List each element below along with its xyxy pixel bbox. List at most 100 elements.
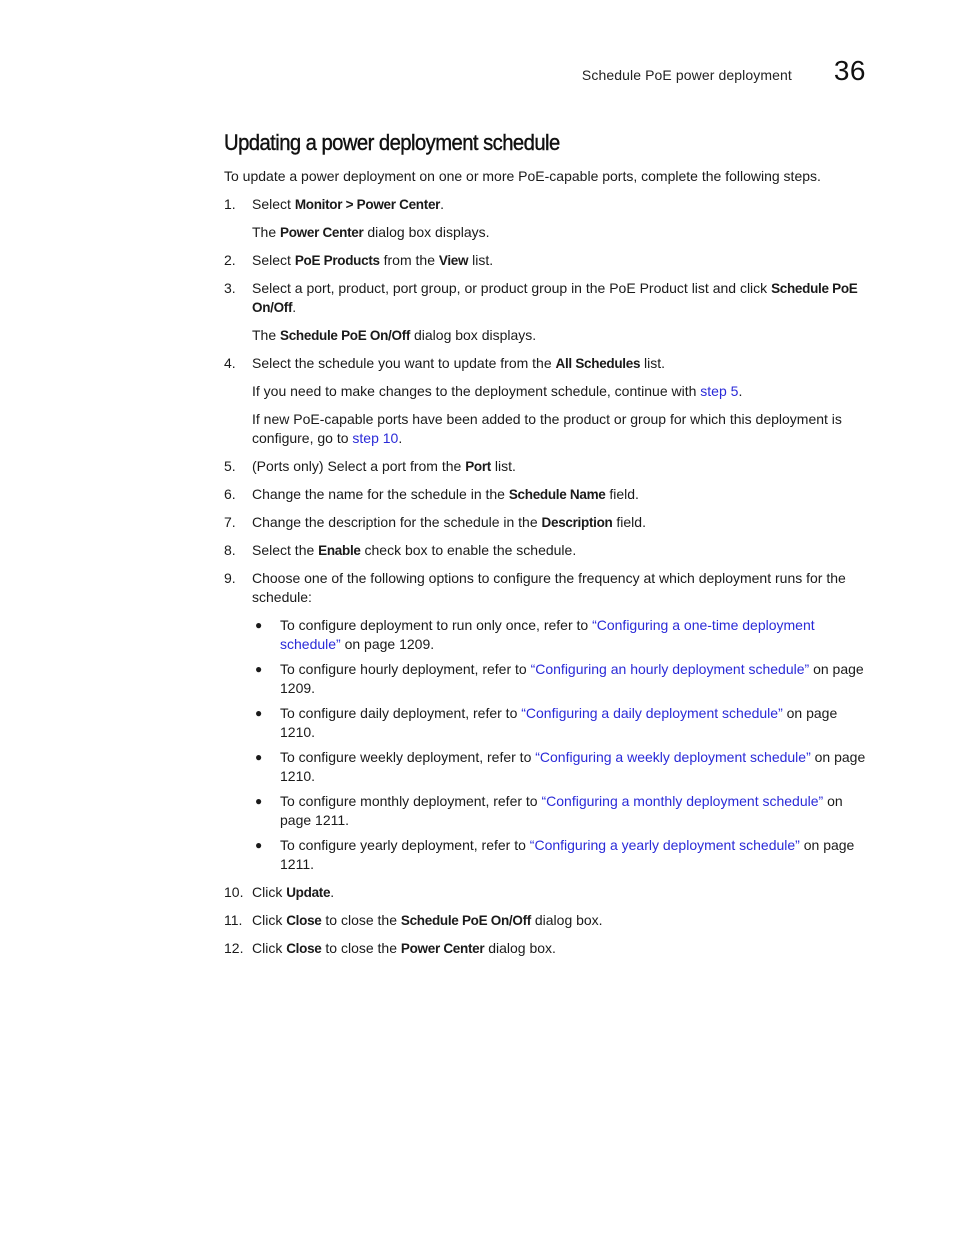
step-text: Click Close to close the Power Center di… — [252, 939, 874, 958]
ui-term-close: Close — [286, 913, 322, 928]
step-text: Select Monitor > Power Center. — [252, 195, 874, 214]
text: dialog box displays. — [363, 224, 490, 240]
section-title: Updating a power deployment schedule — [224, 130, 561, 155]
text: Select a port, product, port group, or p… — [252, 280, 772, 296]
text: to close the — [321, 912, 401, 928]
step-number: 8. — [224, 542, 236, 558]
steps-list: 1. Select Monitor > Power Center. The Po… — [224, 195, 874, 958]
step-9: 9. Choose one of the following options t… — [224, 569, 874, 874]
running-header: Schedule PoE power deployment 36 — [582, 55, 866, 87]
step-text: Select the Enable check box to enable th… — [252, 541, 874, 560]
link-yearly-schedule[interactable]: “Configuring a yearly deployment schedul… — [530, 837, 800, 853]
option-weekly: ● To configure weekly deployment, refer … — [252, 748, 874, 786]
link-hourly-schedule[interactable]: “Configuring an hourly deployment schedu… — [531, 661, 810, 677]
step-11: 11. Click Close to close the Schedule Po… — [224, 911, 874, 930]
step-note: The Schedule PoE On/Off dialog box displ… — [252, 326, 874, 345]
text: . — [738, 383, 743, 399]
ui-term-power-center: Power Center — [280, 225, 364, 240]
text: from the — [379, 252, 439, 268]
link-daily-schedule[interactable]: “Configuring a daily deployment schedule… — [521, 705, 782, 721]
text: If you need to make changes to the deplo… — [252, 383, 701, 399]
step-text: (Ports only) Select a port from the Port… — [252, 457, 874, 476]
text: . — [292, 299, 297, 315]
step-text: Change the name for the schedule in the … — [252, 485, 874, 504]
step-note: If new PoE-capable ports have been added… — [252, 410, 874, 448]
link-step-10[interactable]: step 10 — [352, 430, 398, 446]
text: To configure daily deployment, refer to — [280, 705, 522, 721]
text: The — [252, 327, 281, 343]
step-text: Change the description for the schedule … — [252, 513, 874, 532]
step-text: Click Update. — [252, 883, 874, 902]
text: To configure yearly deployment, refer to — [280, 837, 530, 853]
page-content: Updating a power deployment schedule To … — [224, 130, 874, 967]
step-5: 5. (Ports only) Select a port from the P… — [224, 457, 874, 476]
step-3: 3. Select a port, product, port group, o… — [224, 279, 874, 345]
step-number: 4. — [224, 355, 236, 371]
text: list. — [640, 355, 666, 371]
text: field. — [605, 486, 639, 502]
ui-term-close: Close — [286, 941, 322, 956]
text: Click — [252, 912, 287, 928]
intro-paragraph: To update a power deployment on one or m… — [224, 168, 821, 184]
text: dialog box. — [484, 940, 556, 956]
step-text: Select a port, product, port group, or p… — [252, 279, 874, 317]
link-monthly-schedule[interactable]: “Configuring a monthly deployment schedu… — [541, 793, 823, 809]
ui-term-port: Port — [465, 459, 492, 474]
ui-term-all-schedules: All Schedules — [555, 356, 641, 371]
text: . — [330, 884, 335, 900]
step-note: If you need to make changes to the deplo… — [252, 382, 874, 401]
bullet-icon: ● — [255, 750, 263, 764]
text: list. — [468, 252, 494, 268]
ui-term-update: Update — [286, 885, 331, 900]
step-number: 11. — [224, 912, 243, 928]
ui-term-enable: Enable — [318, 543, 361, 558]
text: If new PoE-capable ports have been added… — [252, 411, 842, 446]
text: to close the — [321, 940, 401, 956]
option-daily: ● To configure daily deployment, refer t… — [252, 704, 874, 742]
bullet-icon: ● — [255, 838, 263, 852]
link-weekly-schedule[interactable]: “Configuring a weekly deployment schedul… — [535, 749, 810, 765]
step-note: The Power Center dialog box displays. — [252, 223, 874, 242]
link-step-5[interactable]: step 5 — [700, 383, 738, 399]
chapter-number: 36 — [833, 55, 866, 86]
text: dialog box displays. — [410, 327, 537, 343]
text: . — [440, 196, 444, 212]
text: list. — [491, 458, 516, 474]
step-text: Click Close to close the Schedule PoE On… — [252, 911, 874, 930]
step-6: 6. Change the name for the schedule in t… — [224, 485, 874, 504]
bullet-icon: ● — [255, 618, 263, 632]
bullet-icon: ● — [255, 794, 263, 808]
step-10: 10. Click Update. — [224, 883, 874, 902]
text: Select — [252, 196, 295, 212]
ui-term-view: View — [438, 253, 469, 268]
bullet-icon: ● — [255, 706, 263, 720]
ui-term-description: Description — [541, 515, 613, 530]
step-number: 1. — [224, 196, 236, 212]
text: Select the schedule you want to update f… — [252, 355, 556, 371]
text: Change the description for the schedule … — [252, 514, 542, 530]
ui-term-poe-products: PoE Products — [294, 253, 380, 268]
text: To configure hourly deployment, refer to — [280, 661, 531, 677]
step-8: 8. Select the Enable check box to enable… — [224, 541, 874, 560]
step-number: 3. — [224, 280, 236, 296]
option-hourly: ● To configure hourly deployment, refer … — [252, 660, 874, 698]
text: Click — [252, 940, 287, 956]
step-number: 9. — [224, 570, 236, 586]
step-text: Choose one of the following options to c… — [252, 570, 846, 605]
step-12: 12. Click Close to close the Power Cente… — [224, 939, 874, 958]
text: Select the — [252, 542, 319, 558]
text: (Ports only) Select a port from the — [252, 458, 466, 474]
text: Click — [252, 884, 287, 900]
step-text: Select PoE Products from the View list. — [252, 251, 874, 270]
text: Select — [252, 252, 295, 268]
ui-term-schedule-poe-on-off: Schedule PoE On/Off — [280, 328, 411, 343]
option-monthly: ● To configure monthly deployment, refer… — [252, 792, 874, 830]
text: on page 1209. — [340, 636, 435, 652]
running-title: Schedule PoE power deployment — [581, 67, 792, 83]
text: The — [252, 224, 281, 240]
step-number: 10. — [224, 884, 244, 900]
text: Change the name for the schedule in the — [252, 486, 509, 502]
step-number: 2. — [224, 252, 236, 268]
text: To configure weekly deployment, refer to — [280, 749, 536, 765]
step-2: 2. Select PoE Products from the View lis… — [224, 251, 874, 270]
